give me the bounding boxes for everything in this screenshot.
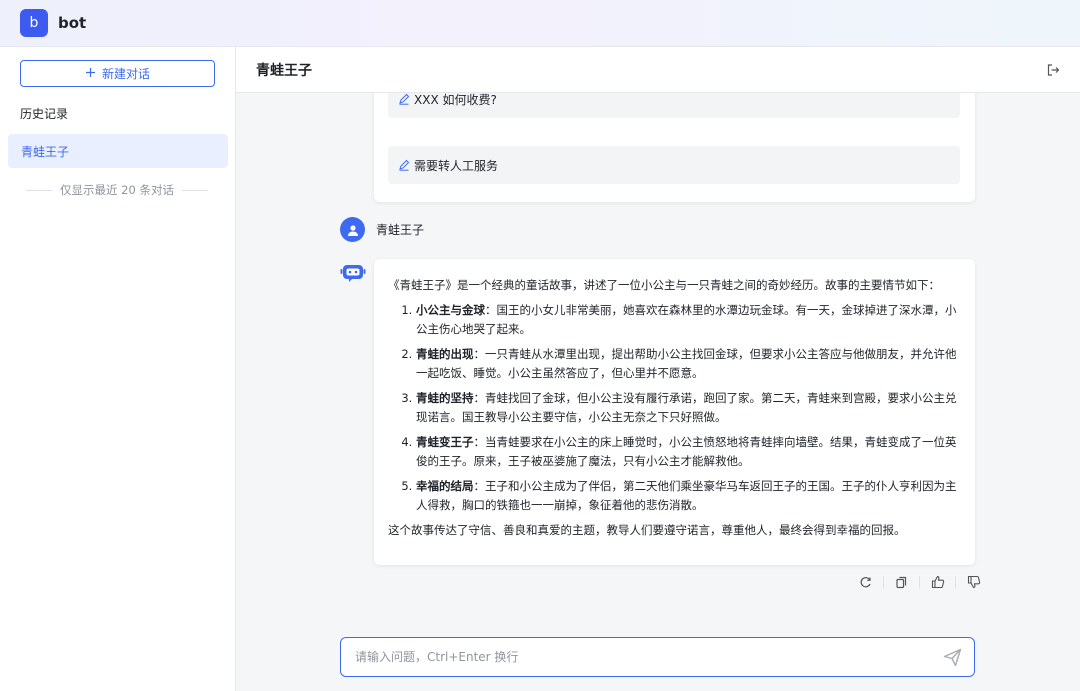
- chat-title: 青蛙王子: [256, 62, 312, 79]
- suggestion-label: XXX 如何收费?: [414, 93, 497, 107]
- user-message-text: 青蛙王子: [376, 223, 425, 237]
- pen-icon: [398, 159, 410, 171]
- item-heading: 青蛙的出现: [416, 347, 474, 361]
- user-message: 青蛙王子: [340, 217, 424, 242]
- main-panel: 青蛙王子 XXX 如何收费? 需要转人工服务 青蛙王子 《青蛙王子》是一个经典的…: [236, 47, 1080, 691]
- new-chat-label: 新建对话: [101, 67, 150, 81]
- app-name: bot: [58, 14, 87, 32]
- answer-list-item: 青蛙变王子：当青蛙要求在小公主的床上睡觉时，小公主愤怒地将青蛙摔向墙壁。结果，青…: [416, 433, 961, 471]
- answer-list-item: 青蛙的坚持：青蛙找回了金球，但小公主没有履行承诺，跑回了家。第二天，青蛙来到宫殿…: [416, 389, 961, 427]
- suggestion-card: XXX 如何收费? 需要转人工服务: [374, 93, 975, 202]
- pen-icon: [398, 93, 410, 105]
- item-text: ：青蛙找回了金球，但小公主没有履行承诺，跑回了家。第二天，青蛙来到宫殿，要求小公…: [416, 391, 957, 424]
- suggestion-label: 需要转人工服务: [414, 158, 499, 173]
- item-heading: 小公主与金球: [416, 303, 485, 317]
- answer-conclusion: 这个故事传达了守信、善良和真爱的主题，教导人们要遵守诺言，尊重他人，最终会得到幸…: [388, 523, 906, 537]
- divider-line: [26, 189, 53, 191]
- answer-list-item: 青蛙的出现：一只青蛙从水潭里出现，提出帮助小公主找回金球，但要求小公主答应与他做…: [416, 345, 961, 383]
- chat-input-box[interactable]: [340, 637, 975, 677]
- history-item-label: 青蛙王子: [21, 144, 70, 159]
- chat-header: 青蛙王子: [236, 47, 1080, 93]
- thumbs-up-icon[interactable]: [920, 574, 955, 590]
- history-title: 历史记录: [20, 107, 69, 121]
- item-text: ：王子和小公主成为了伴侣，第二天他们乘坐豪华马车返回王子的王国。王子的仆人亨利因…: [416, 479, 957, 512]
- thumbs-down-icon[interactable]: [956, 574, 991, 590]
- app-logo: b: [20, 9, 48, 37]
- suggestion-item[interactable]: 需要转人工服务: [388, 146, 960, 184]
- logout-icon[interactable]: [1046, 62, 1062, 78]
- answer-intro: 《青蛙王子》是一个经典的童话故事，讲述了一位小公主与一只青蛙之间的奇妙经历。故事…: [388, 278, 940, 292]
- sidebar: 新建对话 历史记录 青蛙王子 仅显示最近 20 条对话: [0, 47, 236, 691]
- item-heading: 幸福的结局: [416, 479, 474, 493]
- answer-list-item: 幸福的结局：王子和小公主成为了伴侣，第二天他们乘坐豪华马车返回王子的王国。王子的…: [416, 477, 961, 515]
- chat-input[interactable]: [355, 650, 915, 664]
- plus-icon: [85, 67, 96, 81]
- answer-list-item: 小公主与金球：国王的小女儿非常美丽，她喜欢在森林里的水潭边玩金球。有一天，金球掉…: [416, 301, 961, 339]
- send-icon[interactable]: [943, 648, 962, 667]
- message-actions: [848, 574, 991, 590]
- item-text: ：一只青蛙从水潭里出现，提出帮助小公主找回金球，但要求小公主答应与他做朋友，并允…: [416, 347, 957, 380]
- top-bar: b bot: [0, 0, 1080, 47]
- item-heading: 青蛙变王子: [416, 435, 474, 449]
- item-text: ：当青蛙要求在小公主的床上睡觉时，小公主愤怒地将青蛙摔向墙壁。结果，青蛙变成了一…: [416, 435, 957, 468]
- bot-answer: 《青蛙王子》是一个经典的童话故事，讲述了一位小公主与一只青蛙之间的奇妙经历。故事…: [374, 259, 975, 565]
- new-chat-button[interactable]: 新建对话: [20, 60, 215, 87]
- item-heading: 青蛙的坚持: [416, 391, 474, 405]
- copy-icon[interactable]: [884, 574, 919, 590]
- history-note-text: 仅显示最近 20 条对话: [60, 183, 174, 197]
- history-item[interactable]: 青蛙王子: [8, 134, 228, 168]
- item-text: ：国王的小女儿非常美丽，她喜欢在森林里的水潭边玩金球。有一天，金球掉进了深水潭，…: [416, 303, 957, 336]
- history-note: 仅显示最近 20 条对话: [26, 182, 209, 198]
- message-list[interactable]: XXX 如何收费? 需要转人工服务 青蛙王子 《青蛙王子》是一个经典的童话故事，…: [236, 93, 1080, 633]
- bot-avatar-icon: [340, 261, 366, 285]
- refresh-icon[interactable]: [848, 574, 883, 590]
- divider-line: [181, 189, 209, 191]
- suggestion-item[interactable]: XXX 如何收费?: [388, 93, 960, 118]
- user-avatar: [340, 217, 365, 242]
- answer-list: 小公主与金球：国王的小女儿非常美丽，她喜欢在森林里的水潭边玩金球。有一天，金球掉…: [416, 301, 961, 515]
